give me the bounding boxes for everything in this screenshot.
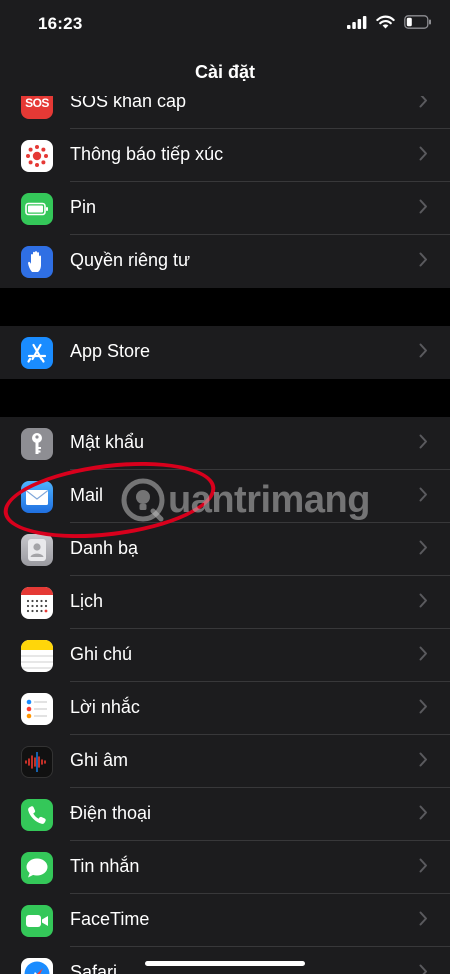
key-icon [21, 428, 53, 460]
status-bar: 16:23 [0, 0, 450, 50]
settings-row-mail[interactable]: Mail [0, 470, 450, 523]
settings-row-sos[interactable]: SOS SOS khẩn cấp [0, 96, 450, 129]
privacy-hand-icon [21, 246, 53, 278]
chevron-right-icon [419, 540, 427, 555]
battery-status-icon [404, 15, 432, 34]
section-gap [0, 288, 450, 326]
section-gap [0, 379, 450, 417]
chevron-right-icon [419, 199, 427, 214]
settings-group: Mật khẩu Mail Danh bạ Lịch Ghi chú Lời n… [0, 417, 450, 974]
settings-group: SOS SOS khẩn cấp Thông báo tiếp xúc Pin [0, 96, 450, 288]
row-label: Quyền riêng tư [70, 250, 191, 270]
row-label: Mail [70, 485, 104, 505]
page-title: Cài đặt [194, 62, 255, 82]
exposure-notification-icon [21, 140, 53, 172]
row-label: SOS khẩn cấp [70, 96, 187, 111]
row-label: Pin [70, 197, 97, 217]
chevron-right-icon [419, 699, 427, 714]
wifi-icon [376, 15, 395, 34]
reminders-icon [21, 693, 53, 725]
settings-row-passwords[interactable]: Mật khẩu [0, 417, 450, 470]
row-label: FaceTime [70, 909, 150, 929]
settings-row-facetime[interactable]: FaceTime [0, 894, 450, 947]
chevron-right-icon [419, 252, 427, 267]
app-store-icon [21, 337, 53, 369]
chevron-right-icon [419, 96, 427, 108]
messages-icon [21, 852, 53, 884]
chevron-right-icon [419, 593, 427, 608]
settings-row-notes[interactable]: Ghi chú [0, 629, 450, 682]
mail-icon [21, 481, 53, 513]
navigation-bar: Cài đặt [0, 50, 450, 96]
sos-icon: SOS [21, 96, 53, 119]
row-label: Danh bạ [70, 538, 139, 558]
settings-row-battery[interactable]: Pin [0, 182, 450, 235]
cellular-signal-icon [347, 15, 367, 34]
row-label: Lịch [70, 591, 104, 611]
settings-row-calendar[interactable]: Lịch [0, 576, 450, 629]
chevron-right-icon [419, 911, 427, 926]
settings-row-messages[interactable]: Tin nhắn [0, 841, 450, 894]
chevron-right-icon [419, 805, 427, 820]
contacts-icon [21, 534, 53, 566]
settings-group: App Store [0, 326, 450, 379]
row-label: Mật khẩu [70, 432, 145, 452]
chevron-right-icon [419, 343, 427, 358]
chevron-right-icon [419, 434, 427, 449]
chevron-right-icon [419, 752, 427, 767]
row-label: Ghi âm [70, 750, 129, 770]
chevron-right-icon [419, 487, 427, 502]
notes-icon [21, 640, 53, 672]
home-indicator[interactable] [145, 961, 305, 966]
row-label: Ghi chú [70, 644, 133, 664]
settings-row-phone[interactable]: Điện thoại [0, 788, 450, 841]
row-label: Safari [70, 962, 118, 974]
settings-row-contacts[interactable]: Danh bạ [0, 523, 450, 576]
chevron-right-icon [419, 858, 427, 873]
settings-row-app-store[interactable]: App Store [0, 326, 450, 379]
chevron-right-icon [419, 146, 427, 161]
voice-memos-icon [21, 746, 53, 778]
row-label: Lời nhắc [70, 697, 140, 717]
settings-row-voice-memos[interactable]: Ghi âm [0, 735, 450, 788]
safari-icon [21, 958, 53, 974]
row-label: Điện thoại [70, 803, 152, 823]
battery-icon [21, 193, 53, 225]
facetime-icon [21, 905, 53, 937]
chevron-right-icon [419, 646, 427, 661]
status-time: 16:23 [38, 14, 83, 33]
settings-row-exposure-notifications[interactable]: Thông báo tiếp xúc [0, 129, 450, 182]
row-label: App Store [70, 341, 151, 361]
settings-row-reminders[interactable]: Lời nhắc [0, 682, 450, 735]
row-label: Tin nhắn [70, 856, 140, 876]
row-label: Thông báo tiếp xúc [70, 144, 224, 164]
calendar-icon [21, 587, 53, 619]
status-icons [347, 15, 432, 34]
phone-icon [21, 799, 53, 831]
settings-row-privacy[interactable]: Quyền riêng tư [0, 235, 450, 288]
chevron-right-icon [419, 964, 427, 974]
settings-list[interactable]: SOS SOS khẩn cấp Thông báo tiếp xúc Pin [0, 96, 450, 974]
